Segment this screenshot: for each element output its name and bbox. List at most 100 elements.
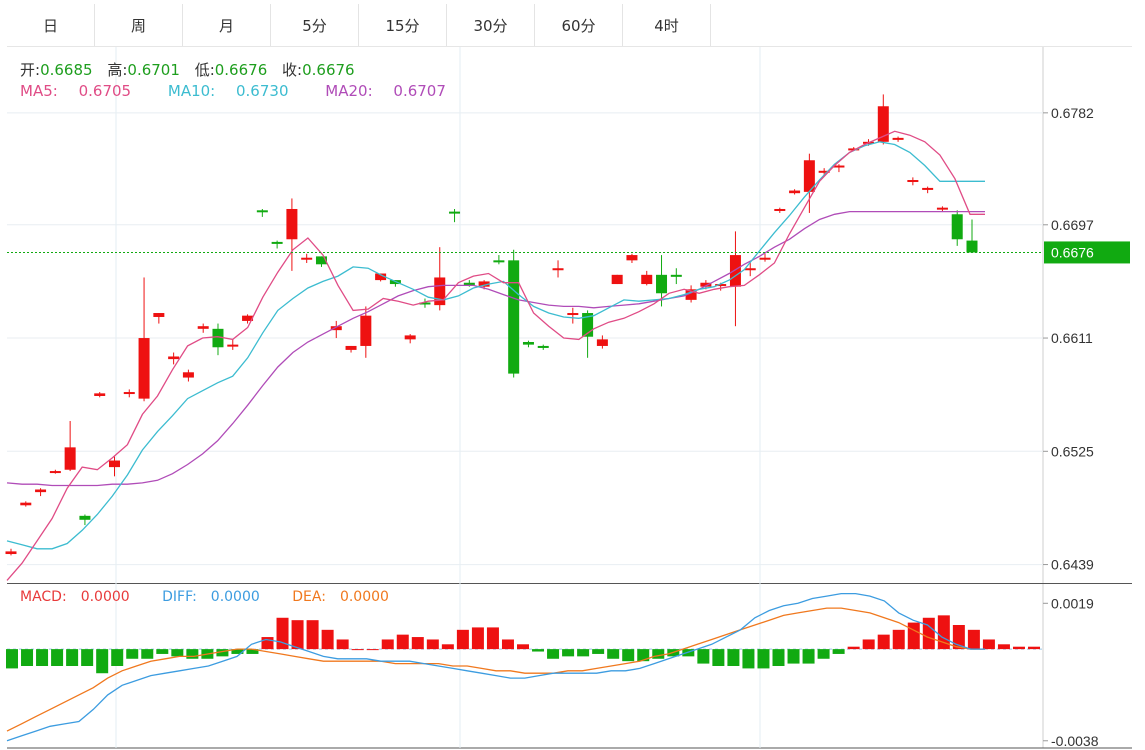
candle-body: [522, 341, 534, 345]
candle: [493, 255, 505, 265]
ma5-value: 0.6705: [78, 82, 132, 100]
macd-bar: [21, 649, 34, 666]
macd-bar: [66, 649, 79, 666]
price-tick-label: 0.6611: [1051, 330, 1093, 346]
macd-bar: [517, 644, 529, 650]
candle: [5, 548, 17, 556]
macd-bar: [832, 649, 845, 654]
candle-body: [153, 313, 165, 317]
candle: [803, 153, 815, 213]
macd-bar: [156, 649, 169, 654]
macd-bar: [802, 649, 815, 664]
price-tick-label: 0.6697: [1051, 217, 1094, 233]
macd-bar: [291, 620, 304, 650]
high-label: 高:: [107, 61, 128, 79]
ma10-readout: MA10: 0.6730: [168, 82, 305, 100]
candle: [611, 274, 623, 285]
diff-line: [6, 592, 985, 742]
candle-body: [611, 274, 623, 285]
candle-body: [49, 471, 61, 474]
macd-bar: [336, 639, 349, 650]
candle-body: [951, 214, 963, 240]
candle: [641, 270, 653, 286]
macd-bar: [997, 644, 1010, 650]
macd-bar: [321, 629, 334, 650]
candle-body: [626, 255, 638, 261]
candle: [596, 335, 608, 349]
diff-readout-item: DIFF: 0.0000: [162, 589, 274, 605]
candle: [301, 253, 313, 263]
candle-body: [94, 393, 106, 396]
candle: [212, 323, 224, 356]
ma20-value: 0.6707: [393, 82, 446, 100]
candlestick-chart[interactable]: 0.6782 0.6697 0.6611 0.6525 0.6439 0.0019 -0.0…: [0, 0, 1145, 750]
macd-bar: [1028, 646, 1040, 650]
candle-body: [168, 356, 180, 360]
dea-label: DEA:: [292, 589, 326, 605]
macd-bar: [186, 649, 199, 659]
ma20-label: MA20:: [325, 82, 373, 100]
macd-bar: [577, 649, 590, 657]
candle-body: [789, 190, 801, 194]
candle-body: [641, 274, 653, 285]
candle: [138, 277, 150, 402]
diff-label: DIFF:: [162, 589, 197, 605]
high-value: 0.6701: [127, 61, 180, 79]
macd-bar: [366, 649, 379, 651]
ma20-readout: MA20: 0.6707: [325, 82, 462, 100]
candle-body: [922, 187, 934, 190]
ma10-line: [6, 141, 985, 550]
candle: [20, 501, 32, 507]
candle: [951, 210, 963, 246]
candle-body: [892, 137, 904, 140]
macd-bar: [171, 649, 184, 657]
candle-body: [508, 260, 520, 374]
macd-bar: [96, 649, 109, 674]
ma10-label: MA10:: [167, 82, 216, 100]
macd-bar: [697, 649, 710, 664]
macd-bar: [51, 649, 64, 666]
candle: [892, 136, 904, 142]
candle-body: [936, 207, 948, 210]
macd-bar: [892, 629, 905, 650]
ma5-readout: MA5: 0.6705: [20, 82, 147, 100]
candle-body: [537, 345, 549, 348]
macd-bar: [652, 649, 665, 659]
macd-bar: [817, 649, 830, 659]
candle-body: [360, 315, 372, 346]
candle-body: [729, 255, 741, 287]
ma10-value: 0.6730: [236, 82, 289, 100]
candle: [567, 307, 579, 324]
candle-body: [64, 447, 76, 470]
candle: [256, 208, 268, 217]
macd-bar: [742, 649, 755, 669]
candle: [286, 198, 298, 271]
macd-bar: [607, 649, 620, 659]
macd-bar: [727, 649, 740, 666]
candle: [271, 240, 283, 249]
macd-bar: [36, 649, 49, 666]
macd-bar: [441, 644, 454, 650]
macd-bar: [862, 639, 875, 650]
macd-bar: [396, 634, 409, 650]
candle-body: [5, 551, 17, 555]
macd-bar: [306, 620, 319, 650]
macd-bar: [426, 639, 439, 650]
candle-body: [79, 515, 91, 520]
macd-bar: [126, 649, 139, 659]
candle-body: [35, 489, 47, 493]
candle-body: [256, 210, 268, 213]
macd-label: MACD:: [20, 589, 67, 605]
open-value: 0.6685: [40, 61, 93, 79]
candle-body: [301, 257, 313, 260]
candle-body: [670, 274, 682, 277]
candle-body: [656, 274, 668, 294]
low-value: 0.6676: [214, 61, 268, 79]
macd-value: 0.0000: [80, 589, 130, 605]
candle: [315, 256, 327, 267]
macd-bar: [501, 639, 514, 650]
macd-bar: [967, 629, 980, 650]
candle: [626, 253, 638, 263]
macd-bar: [772, 649, 785, 666]
candle-body: [182, 372, 194, 378]
